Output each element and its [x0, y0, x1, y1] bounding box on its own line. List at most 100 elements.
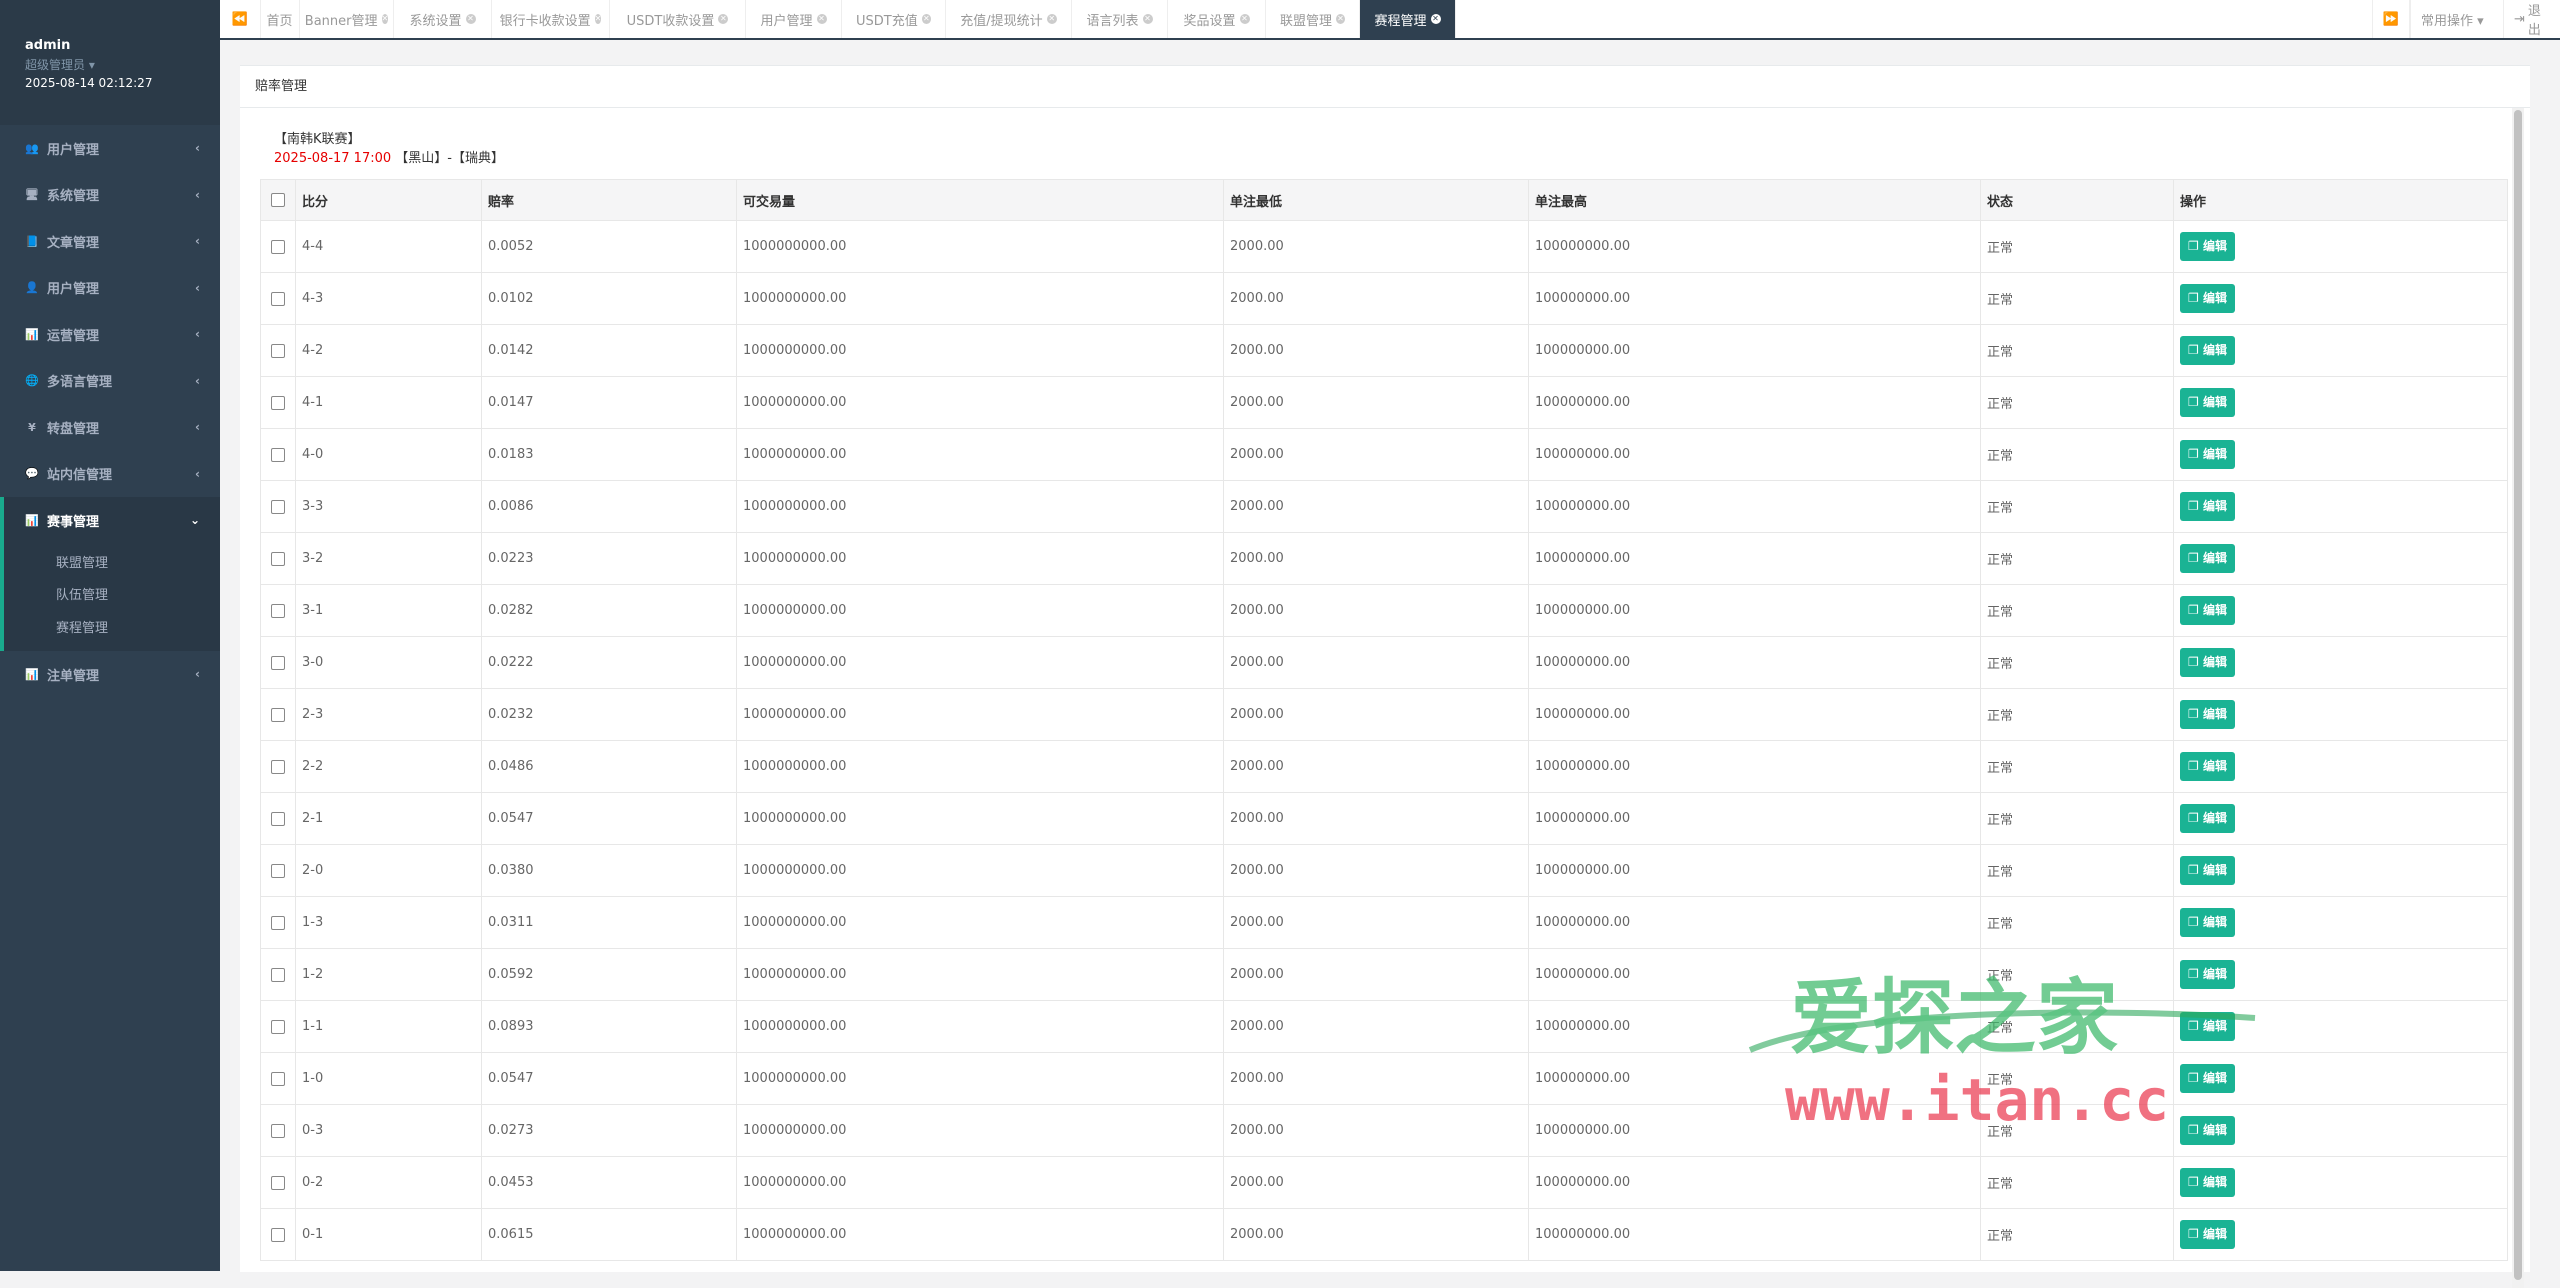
close-icon[interactable]: ✕: [465, 14, 476, 24]
row-checkbox[interactable]: [260, 1052, 296, 1105]
volume-cell: 1000000000.00: [736, 844, 1224, 897]
row-checkbox[interactable]: [260, 532, 296, 585]
edit-button[interactable]: ❐ 编辑: [2180, 648, 2235, 677]
close-icon[interactable]: ✕: [1239, 14, 1250, 24]
tab-10[interactable]: 联盟管理 ✕: [1266, 0, 1360, 38]
edit-button[interactable]: ❐ 编辑: [2180, 388, 2235, 417]
row-checkbox[interactable]: [260, 636, 296, 689]
sidebar-item-3[interactable]: 👤 用户管理 ‹: [0, 265, 220, 312]
row-checkbox[interactable]: [260, 1000, 296, 1053]
tab-11[interactable]: 赛程管理 ✕: [1360, 0, 1456, 38]
col-max-bet[interactable]: 单注最高: [1528, 179, 1981, 221]
edit-button[interactable]: ❐ 编辑: [2180, 544, 2235, 573]
min-bet-cell: 2000.00: [1223, 948, 1529, 1001]
edit-button[interactable]: ❐ 编辑: [2180, 908, 2235, 937]
tab-2[interactable]: 系统设置 ✕: [394, 0, 492, 38]
edit-button[interactable]: ❐ 编辑: [2180, 752, 2235, 781]
close-icon[interactable]: ✕: [1336, 14, 1345, 24]
sidebar-item-1[interactable]: 🖥 系统管理 ‹: [0, 172, 220, 219]
sidebar-item-0[interactable]: 👥 用户管理 ‹: [0, 125, 220, 172]
sidebar-item-6[interactable]: ¥ 转盘管理 ‹: [0, 404, 220, 451]
edit-button[interactable]: ❐ 编辑: [2180, 284, 2235, 313]
min-bet-cell: 2000.00: [1223, 688, 1529, 741]
min-bet-cell: 2000.00: [1223, 584, 1529, 637]
user-role-dropdown[interactable]: 超级管理员 ▾: [25, 56, 220, 73]
row-checkbox[interactable]: [260, 740, 296, 793]
close-icon[interactable]: ✕: [1430, 14, 1441, 24]
edit-button[interactable]: ❐ 编辑: [2180, 1220, 2235, 1249]
edit-button[interactable]: ❐ 编辑: [2180, 336, 2235, 365]
edit-button[interactable]: ❐ 编辑: [2180, 440, 2235, 469]
edit-button[interactable]: ❐ 编辑: [2180, 1168, 2235, 1197]
sidebar-item-9[interactable]: 📊 注单管理 ‹: [0, 651, 220, 698]
edit-button[interactable]: ❐ 编辑: [2180, 700, 2235, 729]
sidebar-item-8[interactable]: 📊 赛事管理 ⌄: [0, 497, 220, 544]
close-icon[interactable]: ✕: [921, 14, 931, 24]
row-checkbox[interactable]: [260, 584, 296, 637]
row-checkbox[interactable]: [260, 324, 296, 377]
copy-icon: ❐: [2188, 239, 2203, 253]
volume-cell: 1000000000.00: [736, 740, 1224, 793]
col-odds[interactable]: 赔率: [481, 179, 737, 221]
sidebar-item-2[interactable]: 📘 文章管理 ‹: [0, 218, 220, 265]
logout-button[interactable]: ⇥ 退出: [2503, 0, 2560, 38]
edit-label: 编辑: [2202, 499, 2227, 513]
edit-button[interactable]: ❐ 编辑: [2180, 596, 2235, 625]
tab-0[interactable]: 首页: [260, 0, 300, 38]
close-icon[interactable]: ✕: [594, 14, 602, 24]
edit-button[interactable]: ❐ 编辑: [2180, 804, 2235, 833]
submenu-item-2[interactable]: 赛程管理: [4, 613, 220, 646]
edit-button[interactable]: ❐ 编辑: [2180, 492, 2235, 521]
score-cell: 2-3: [295, 688, 482, 741]
tab-1[interactable]: Banner管理 ✕: [300, 0, 394, 38]
common-ops-dropdown[interactable]: 常用操作 ▾: [2410, 0, 2503, 38]
close-icon[interactable]: ✕: [1046, 14, 1057, 24]
row-checkbox[interactable]: [260, 220, 296, 273]
select-all-checkbox[interactable]: [260, 179, 296, 221]
actions-cell: ❐ 编辑: [2173, 220, 2508, 273]
close-icon[interactable]: ✕: [1142, 14, 1153, 24]
row-checkbox[interactable]: [260, 376, 296, 429]
row-checkbox[interactable]: [260, 272, 296, 325]
max-bet-cell: 100000000.00: [1528, 324, 1981, 377]
sidebar-item-5[interactable]: 🌐 多语言管理 ‹: [0, 358, 220, 405]
submenu-item-0[interactable]: 联盟管理: [4, 548, 220, 581]
row-checkbox[interactable]: [260, 1208, 296, 1261]
row-checkbox[interactable]: [260, 480, 296, 533]
tab-4[interactable]: USDT收款设置 ✕: [610, 0, 746, 38]
col-min-bet[interactable]: 单注最低: [1223, 179, 1529, 221]
tabs-scroll-right-icon[interactable]: ⏩: [2372, 0, 2410, 38]
tabs-scroll-left-icon[interactable]: ⏪: [220, 0, 261, 38]
col-score[interactable]: 比分: [295, 179, 482, 221]
tab-8[interactable]: 语言列表 ✕: [1072, 0, 1168, 38]
chevron-left-icon: ‹: [195, 420, 200, 435]
row-checkbox[interactable]: [260, 688, 296, 741]
scrollbar-thumb[interactable]: [2514, 110, 2522, 1280]
sidebar-item-4[interactable]: 📊 运营管理 ‹: [0, 311, 220, 358]
tab-7[interactable]: 充值/提现统计 ✕: [946, 0, 1072, 38]
row-checkbox[interactable]: [260, 948, 296, 1001]
row-checkbox[interactable]: [260, 896, 296, 949]
edit-button[interactable]: ❐ 编辑: [2180, 232, 2235, 261]
tab-3[interactable]: 银行卡收款设置 ✕: [492, 0, 610, 38]
close-icon[interactable]: ✕: [718, 14, 729, 24]
col-volume[interactable]: 可交易量: [736, 179, 1224, 221]
col-status[interactable]: 状态: [1980, 179, 2174, 221]
close-icon[interactable]: ✕: [381, 14, 389, 24]
tab-6[interactable]: USDT充值 ✕: [842, 0, 946, 38]
row-checkbox[interactable]: [260, 844, 296, 897]
tab-9[interactable]: 奖品设置 ✕: [1168, 0, 1266, 38]
min-bet-cell: 2000.00: [1223, 844, 1529, 897]
row-checkbox[interactable]: [260, 1156, 296, 1209]
tab-5[interactable]: 用户管理 ✕: [746, 0, 842, 38]
min-bet-cell: 2000.00: [1223, 428, 1529, 481]
scrollbar[interactable]: [2512, 108, 2524, 1288]
row-checkbox[interactable]: [260, 1104, 296, 1157]
row-checkbox[interactable]: [260, 792, 296, 845]
sidebar-item-7[interactable]: 💬 站内信管理 ‹: [0, 451, 220, 498]
submenu-item-1[interactable]: 队伍管理: [4, 580, 220, 613]
edit-button[interactable]: ❐ 编辑: [2180, 856, 2235, 885]
min-bet-cell: 2000.00: [1223, 896, 1529, 949]
close-icon[interactable]: ✕: [816, 14, 827, 24]
row-checkbox[interactable]: [260, 428, 296, 481]
